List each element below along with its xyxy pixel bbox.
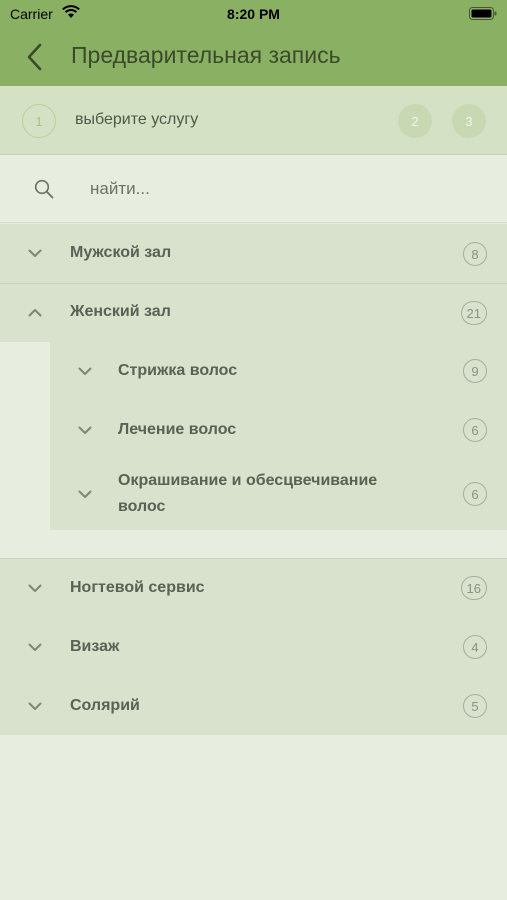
category-row-makeup[interactable]: Визаж 4 bbox=[0, 618, 507, 677]
chevron-down-icon bbox=[78, 367, 92, 375]
subcategory-label-line-2: волос bbox=[118, 498, 166, 515]
search-bar bbox=[0, 155, 507, 223]
subcategory-label-line-1: Окрашивание и обесцвечивание bbox=[118, 472, 378, 489]
back-chevron-icon[interactable] bbox=[24, 42, 46, 72]
steps-progress: 1 выберите услугу 2 3 bbox=[0, 86, 507, 155]
count-badge: 6 bbox=[463, 482, 487, 506]
category-label: Женский зал bbox=[70, 303, 171, 320]
count-badge: 16 bbox=[460, 576, 487, 600]
category-label: Ногтевой сервис bbox=[70, 579, 205, 596]
chevron-down-icon bbox=[78, 490, 92, 498]
subcategory-row-treatment[interactable]: Лечение волос 6 bbox=[50, 401, 507, 459]
status-bar: Carrier 8:20 PM bbox=[0, 0, 507, 28]
count-badge: 8 bbox=[463, 242, 487, 266]
battery-icon bbox=[469, 7, 497, 20]
category-label: Визаж bbox=[70, 638, 120, 655]
category-label: Мужской зал bbox=[70, 244, 172, 261]
subcategory-label: Стрижка волос bbox=[118, 362, 238, 379]
search-input[interactable] bbox=[90, 175, 480, 203]
step-1-indicator: 1 bbox=[22, 104, 56, 138]
category-label: Солярий bbox=[70, 697, 140, 714]
chevron-down-icon bbox=[28, 249, 42, 257]
chevron-up-icon bbox=[28, 309, 42, 317]
category-row-men[interactable]: Мужской зал 8 bbox=[0, 224, 507, 283]
subcategory-label: Лечение волос bbox=[118, 421, 237, 438]
count-badge: 21 bbox=[460, 301, 487, 325]
count-badge: 6 bbox=[463, 418, 487, 442]
count-badge: 9 bbox=[463, 359, 487, 383]
count-badge: 4 bbox=[463, 635, 487, 659]
chevron-down-icon bbox=[28, 702, 42, 710]
search-icon bbox=[34, 179, 54, 199]
subcategory-row-coloring[interactable]: Окрашивание и обесцвечивание волос 6 bbox=[50, 460, 507, 530]
category-row-solarium[interactable]: Солярий 5 bbox=[0, 677, 507, 735]
subcategory-row-haircut[interactable]: Стрижка волос 9 bbox=[50, 342, 507, 400]
page-title: Предварительная запись bbox=[71, 42, 341, 68]
nav-bar: Предварительная запись bbox=[0, 28, 507, 86]
category-row-women[interactable]: Женский зал 21 bbox=[0, 284, 507, 342]
chevron-down-icon bbox=[28, 643, 42, 651]
chevron-down-icon bbox=[78, 426, 92, 434]
step-3-indicator: 3 bbox=[452, 104, 486, 138]
status-time: 8:20 PM bbox=[227, 6, 280, 22]
step-1-label: выберите услугу bbox=[75, 111, 199, 128]
count-badge: 5 bbox=[463, 694, 487, 718]
step-2-indicator: 2 bbox=[398, 104, 432, 138]
category-row-nails[interactable]: Ногтевой сервис 16 bbox=[0, 559, 507, 618]
chevron-down-icon bbox=[28, 584, 42, 592]
